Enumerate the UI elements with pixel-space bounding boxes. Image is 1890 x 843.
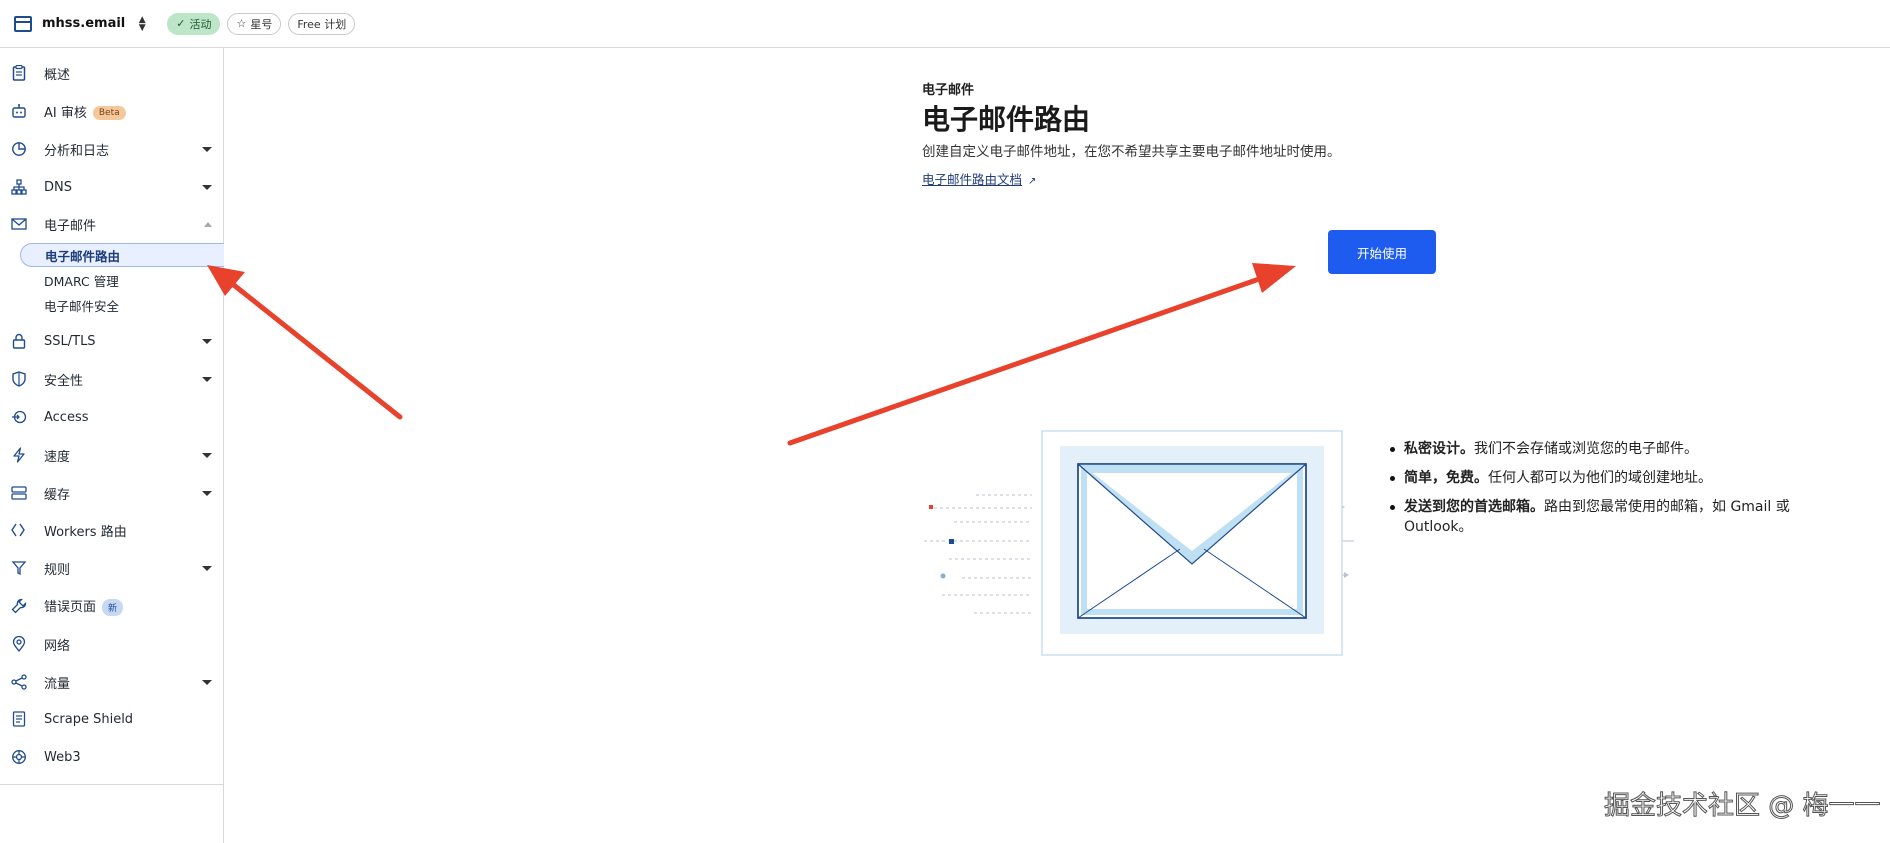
chevron-down-icon bbox=[202, 184, 212, 190]
check-icon: ✓ bbox=[176, 17, 186, 30]
beta-badge: Beta bbox=[92, 106, 126, 120]
feature-title: 简单，免费。 bbox=[1404, 470, 1488, 486]
status-label: 活动 bbox=[189, 17, 212, 31]
sidebar-item-label: Workers 路由 bbox=[44, 524, 127, 540]
sidebar-item-label: 概述 bbox=[44, 67, 71, 83]
chevron-down-icon bbox=[202, 565, 212, 571]
sidebar-item-label: SSL/TLS bbox=[44, 333, 96, 349]
page-description: 创建自定义电子邮件地址，在您不希望共享主要电子邮件地址时使用。 bbox=[922, 144, 1341, 160]
star-label: 星号 bbox=[250, 17, 273, 31]
sidebar-item-workers-routes[interactable]: Workers 路由 bbox=[0, 515, 224, 545]
sidebar-item-label: 速度 bbox=[44, 449, 71, 465]
workers-icon bbox=[10, 521, 28, 539]
sidebar-item-analytics[interactable]: 分析和日志 bbox=[0, 134, 224, 164]
sidebar-divider bbox=[0, 784, 224, 785]
sidebar-item-label: 安全性 bbox=[44, 373, 84, 389]
feature-title: 私密设计。 bbox=[1404, 441, 1474, 457]
sidebar-item-scrape-shield[interactable]: Scrape Shield bbox=[0, 704, 224, 734]
clipboard-icon bbox=[10, 64, 28, 82]
sidebar-item-label: 错误页面新 bbox=[44, 596, 124, 616]
feature-text: 任何人都可以为他们的域创建地址。 bbox=[1488, 470, 1712, 486]
sidebar-item-overview[interactable]: 概述 bbox=[0, 58, 224, 88]
chevron-down-icon bbox=[202, 490, 212, 496]
email-routing-illustration bbox=[914, 381, 1359, 685]
page-title: 电子邮件路由 bbox=[922, 103, 1091, 136]
sidebar-item-email[interactable]: 电子邮件 bbox=[0, 209, 224, 239]
rules-icon bbox=[10, 559, 28, 577]
sidebar-item-label: Scrape Shield bbox=[44, 711, 134, 727]
sidebar-item-ssl-tls[interactable]: SSL/TLS bbox=[0, 326, 224, 356]
external-link-icon: ↗ bbox=[1028, 176, 1037, 187]
sidebar-item-label: 电子邮件 bbox=[44, 218, 97, 234]
sidebar-item-traffic[interactable]: 流量 bbox=[0, 667, 224, 697]
sidebar-item-security[interactable]: 安全性 bbox=[0, 364, 224, 394]
chevron-up-down-icon[interactable]: ▲ ▼ bbox=[135, 15, 149, 33]
location-pin-icon bbox=[10, 635, 28, 653]
sidebar-item-network[interactable]: 网络 bbox=[0, 629, 224, 659]
status-badge: ✓ 活动 bbox=[167, 12, 221, 35]
plan-badge[interactable]: Free 计划 bbox=[288, 12, 356, 35]
traffic-icon bbox=[10, 673, 28, 691]
new-badge: 新 bbox=[102, 599, 124, 616]
sidebar-item-web3[interactable]: Web3 bbox=[0, 742, 224, 772]
chevron-down-icon bbox=[202, 338, 212, 344]
storage-icon bbox=[10, 484, 28, 502]
watermark: 掘金技术社区 @ 梅一一 bbox=[1604, 791, 1882, 822]
sidebar-item-rules[interactable]: 规则 bbox=[0, 553, 224, 583]
sidebar-nav: 概述 AI 审核 Beta 分析和日志 DNS 电子邮件 电子邮件路由 DMARC… bbox=[0, 48, 224, 843]
sidebar-item-speed[interactable]: 速度 bbox=[0, 440, 224, 470]
docs-link-label: 电子邮件路由文档 bbox=[922, 172, 1023, 187]
envelope-icon bbox=[10, 215, 28, 233]
list-item: 私密设计。我们不会存储或浏览您的电子邮件。 bbox=[1386, 439, 1806, 459]
chevron-down-icon bbox=[202, 376, 212, 382]
access-icon bbox=[10, 408, 28, 426]
feature-list: 私密设计。我们不会存储或浏览您的电子邮件。 简单，免费。任何人都可以为他们的域创… bbox=[1386, 439, 1806, 546]
sidebar-item-dns[interactable]: DNS bbox=[0, 172, 224, 202]
sidebar-item-label: 规则 bbox=[44, 562, 71, 578]
sidebar-item-ai-review[interactable]: AI 审核 Beta bbox=[0, 96, 224, 126]
sidebar-item-access[interactable]: Access bbox=[0, 402, 224, 432]
get-started-button[interactable]: 开始使用 bbox=[1328, 230, 1436, 274]
feature-text: 我们不会存储或浏览您的电子邮件。 bbox=[1474, 441, 1698, 457]
web3-icon bbox=[10, 748, 28, 766]
shield-icon bbox=[10, 370, 28, 388]
docs-link[interactable]: 电子邮件路由文档 ↗ bbox=[922, 169, 1036, 188]
wrench-icon bbox=[10, 597, 28, 615]
sidebar-subitem-email-security[interactable]: 电子邮件安全 bbox=[20, 293, 224, 317]
site-name[interactable]: mhss.email bbox=[42, 16, 125, 31]
chevron-down-icon bbox=[202, 452, 212, 458]
list-item: 简单，免费。任何人都可以为他们的域创建地址。 bbox=[1386, 468, 1806, 488]
feature-title: 发送到您的首选邮箱。 bbox=[1404, 499, 1544, 515]
robot-icon bbox=[10, 102, 28, 120]
browser-window-icon bbox=[14, 15, 32, 32]
sidebar-item-error-pages[interactable]: 错误页面新 bbox=[0, 591, 224, 621]
lock-icon bbox=[10, 332, 28, 350]
document-icon bbox=[10, 710, 28, 728]
network-icon bbox=[10, 178, 28, 196]
sidebar-item-label: 网络 bbox=[44, 638, 71, 654]
top-bar: mhss.email ▲ ▼ ✓ 活动 ☆ 星号 Free 计划 bbox=[0, 0, 1890, 48]
sidebar-item-label: Access bbox=[44, 409, 89, 425]
sidebar-item-label: DNS bbox=[44, 179, 72, 195]
sidebar-item-label: 分析和日志 bbox=[44, 143, 110, 159]
bolt-icon bbox=[10, 446, 28, 464]
sidebar-item-cache[interactable]: 缓存 bbox=[0, 478, 224, 508]
sidebar-subitem-email-routing[interactable]: 电子邮件路由 bbox=[20, 243, 224, 267]
main-content: 电子邮件 电子邮件路由 创建自定义电子邮件地址，在您不希望共享主要电子邮件地址时… bbox=[224, 48, 1890, 843]
chevron-up-icon bbox=[204, 221, 212, 227]
sidebar-item-label: AI 审核 Beta bbox=[44, 102, 126, 121]
star-button[interactable]: ☆ 星号 bbox=[227, 12, 282, 35]
list-item: 发送到您的首选邮箱。路由到您最常使用的邮箱，如 Gmail 或 Outlook。 bbox=[1386, 497, 1806, 537]
section-eyebrow: 电子邮件 bbox=[922, 83, 975, 98]
star-icon: ☆ bbox=[236, 17, 247, 30]
chart-pie-icon bbox=[10, 140, 28, 158]
sidebar-item-label: Web3 bbox=[44, 749, 81, 765]
sidebar-item-label: 流量 bbox=[44, 676, 71, 692]
sidebar-item-label: 缓存 bbox=[44, 487, 71, 503]
chevron-down-icon bbox=[202, 679, 212, 685]
sidebar-subitem-dmarc[interactable]: DMARC 管理 bbox=[20, 268, 224, 292]
chevron-down-icon bbox=[202, 146, 212, 152]
